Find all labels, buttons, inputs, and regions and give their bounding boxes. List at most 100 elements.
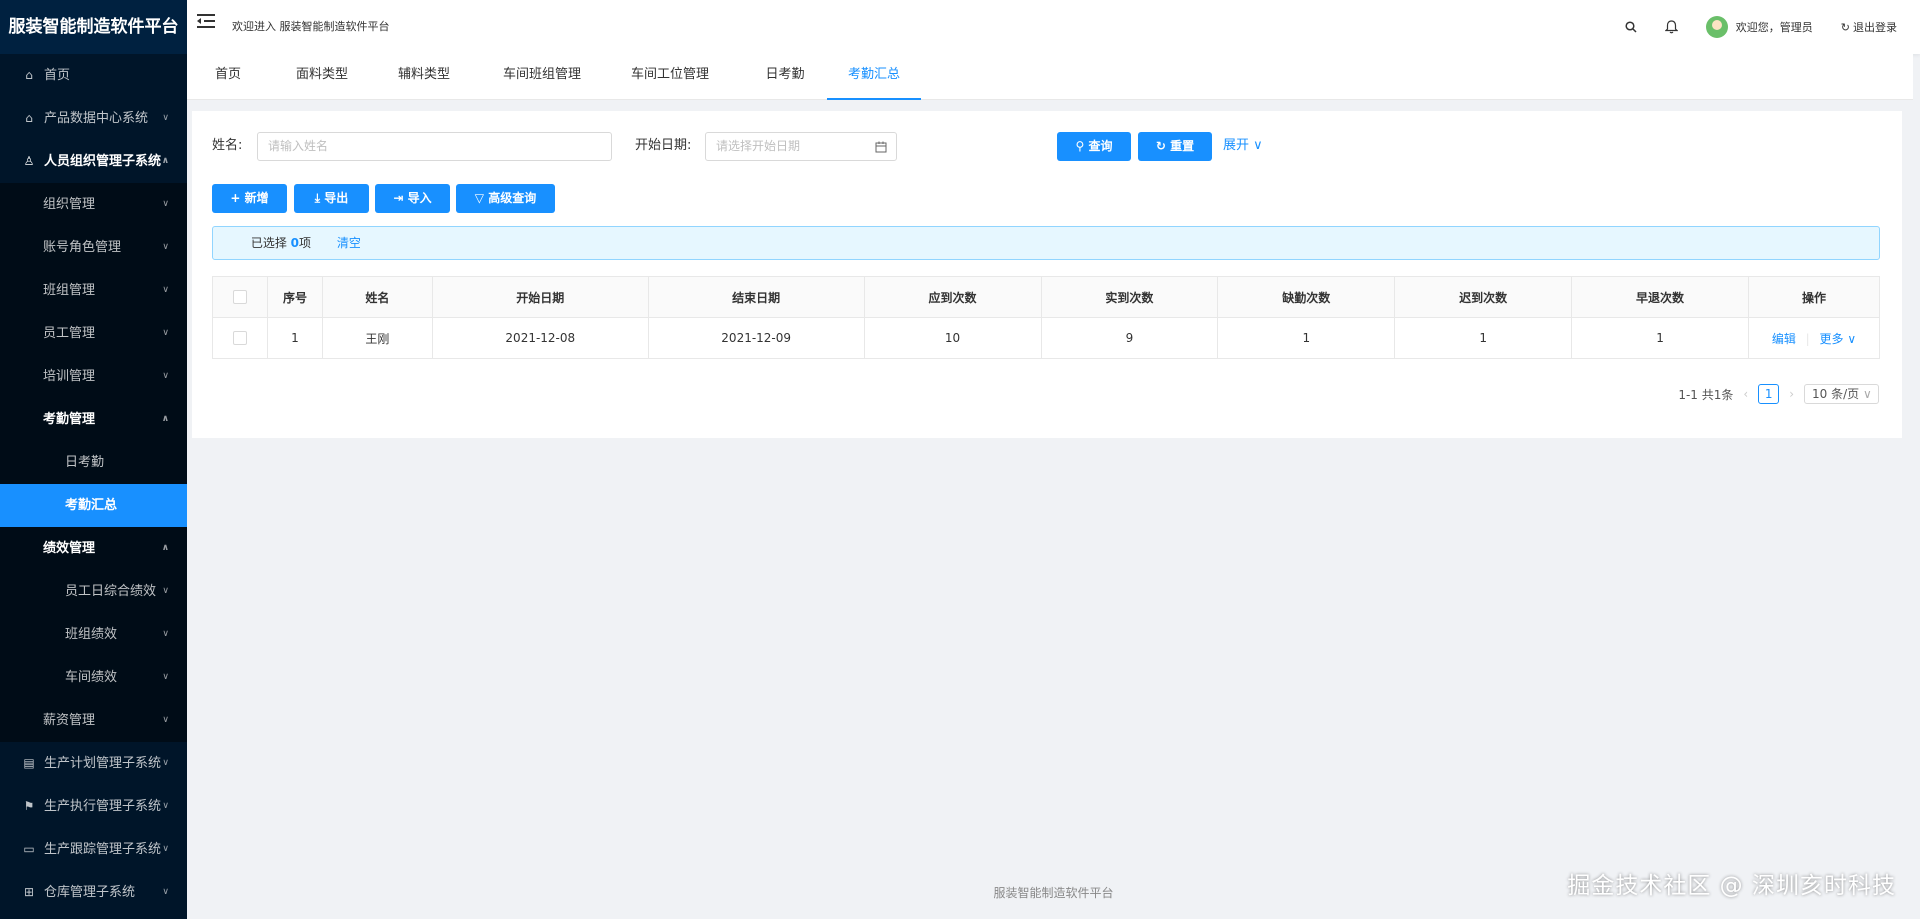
start-date-label: 开始日期: <box>635 138 692 153</box>
chevron-down-icon: ∨ <box>162 242 169 252</box>
cell-end-date: 2021-12-09 <box>647 317 865 359</box>
sidebar-item-team-performance[interactable]: 班组绩效 ∨ <box>0 613 187 656</box>
sidebar-item-team[interactable]: 班组管理 ∨ <box>0 269 187 312</box>
chevron-up-icon: ∧ <box>161 156 169 166</box>
sidebar-item-attendance[interactable]: 考勤管理 ∧ <box>0 398 187 441</box>
sidebar-item-employee[interactable]: 员工管理 ∨ <box>0 312 187 355</box>
download-icon: ⤓ <box>314 191 321 205</box>
sidebar-item-attendance-summary[interactable]: 考勤汇总 <box>0 484 187 527</box>
expand-link[interactable]: 展开 ∨ <box>1223 131 1263 161</box>
edit-link[interactable]: 编辑 <box>1772 332 1796 346</box>
reset-button[interactable]: ↻ 重置 <box>1138 132 1212 161</box>
chevron-down-icon: ∨ <box>162 285 169 295</box>
export-button[interactable]: ⤓ 导出 <box>294 184 369 213</box>
bell-icon[interactable] <box>1664 20 1678 34</box>
sidebar-item-performance[interactable]: 绩效管理 ∧ <box>0 527 187 570</box>
selection-count: 0 <box>290 236 300 250</box>
sidebar-item-home[interactable]: ⌂ 首页 <box>0 54 187 97</box>
column-header: 迟到次数 <box>1394 276 1573 318</box>
chevron-down-icon: ∨ <box>162 328 169 338</box>
logout-label: 退出登录 <box>1853 21 1897 34</box>
chevron-down-icon: ∨ <box>1253 138 1263 153</box>
chevron-down-icon: ∨ <box>1847 331 1857 346</box>
start-date-picker[interactable]: 请选择开始日期 <box>705 132 897 161</box>
sidebar-item-employee-daily-performance[interactable]: 员工日综合绩效 ∨ <box>0 570 187 613</box>
name-label: 姓名: <box>212 138 243 153</box>
sidebar-item-production-track[interactable]: ▭ 生产跟踪管理子系统 ∨ <box>0 828 187 871</box>
pagination-total: 1-1 共1条 <box>1678 387 1734 402</box>
next-page-icon[interactable]: › <box>1789 387 1794 401</box>
user-icon: ♙ <box>23 154 35 168</box>
sidebar-item-daily-attendance[interactable]: 日考勤 <box>0 441 187 484</box>
prev-page-icon[interactable]: ‹ <box>1743 387 1748 401</box>
cell-absent: 1 <box>1217 317 1396 359</box>
column-header: 缺勤次数 <box>1217 276 1396 318</box>
cell-name: 王刚 <box>321 317 433 359</box>
cell-actions: 编辑 | 更多 ∨ <box>1748 317 1880 359</box>
column-header: 开始日期 <box>431 276 649 318</box>
page-1-button[interactable]: 1 <box>1758 384 1780 404</box>
sidebar-item-personnel[interactable]: ♙ 人员组织管理子系统 ∧ <box>0 140 187 183</box>
advanced-query-button[interactable]: ▽ 高级查询 <box>456 184 555 213</box>
chevron-down-icon: ∨ <box>162 758 169 768</box>
table-header-row: 序号 姓名 开始日期 结束日期 应到次数 实到次数 缺勤次数 迟到次数 早退次数… <box>212 276 1880 318</box>
top-header: 欢迎进入 服装智能制造软件平台 欢迎您，管理员 ↻ 退出登录 <box>187 0 1920 54</box>
add-button[interactable]: + 新增 <box>212 184 287 213</box>
select-all-cell <box>212 276 268 318</box>
name-input[interactable]: 请输入姓名 <box>257 132 612 161</box>
chevron-down-icon: ∨ <box>162 199 169 209</box>
search-icon[interactable] <box>1625 21 1637 33</box>
select-all-checkbox[interactable] <box>232 290 247 305</box>
sidebar-item-warehouse[interactable]: ⊞ 仓库管理子系统 ∨ <box>0 871 187 914</box>
monitor-icon: ▭ <box>23 842 35 856</box>
menu-fold-icon[interactable] <box>197 13 215 34</box>
sidebar-item-workshop-performance[interactable]: 车间绩效 ∨ <box>0 656 187 699</box>
selection-prefix: 已选择 <box>250 236 287 250</box>
user-menu[interactable]: 欢迎您，管理员 <box>1705 16 1813 38</box>
page-size-select[interactable]: 10 条/页 ∨ <box>1804 384 1879 404</box>
sidebar-item-account-role[interactable]: 账号角色管理 ∨ <box>0 226 187 269</box>
reload-icon: ↻ <box>1155 139 1166 153</box>
welcome-text: 欢迎进入 服装智能制造软件平台 <box>232 20 390 33</box>
sidebar-item-salary[interactable]: 薪资管理 ∨ <box>0 699 187 742</box>
avatar <box>1705 16 1728 38</box>
sidebar-item-training[interactable]: 培训管理 ∨ <box>0 355 187 398</box>
sidebar-item-org[interactable]: 组织管理 ∨ <box>0 183 187 226</box>
schedule-icon: ▤ <box>23 756 35 770</box>
import-button[interactable]: ⇥ 导入 <box>375 184 450 213</box>
tab-fabric-type[interactable]: 面料类型 <box>295 54 349 100</box>
cell-expected: 10 <box>863 317 1042 359</box>
chevron-down-icon: ∨ <box>162 371 169 381</box>
row-checkbox[interactable] <box>232 331 247 346</box>
page-tabs: 首页 面料类型 辅料类型 车间班组管理 车间工位管理 日考勤 考勤汇总 <box>187 54 1913 100</box>
chevron-down-icon: ∨ <box>1862 387 1872 401</box>
tab-accessory-type[interactable]: 辅料类型 <box>397 54 451 100</box>
tab-daily-attendance[interactable]: 日考勤 <box>758 54 812 100</box>
more-dropdown[interactable]: 更多 ∨ <box>1820 332 1857 346</box>
chevron-down-icon: ∨ <box>162 801 169 811</box>
tab-workshop-team[interactable]: 车间班组管理 <box>500 54 584 100</box>
cell-late: 1 <box>1394 317 1573 359</box>
home-icon: ⌂ <box>25 68 33 82</box>
content-card: 姓名: 请输入姓名 开始日期: 请选择开始日期 ⚲ 查询 ↻ 重置 展开 ∨ +… <box>192 111 1902 438</box>
table-row: 1 王刚 2021-12-08 2021-12-09 10 9 1 1 1 编辑… <box>212 317 1880 359</box>
sidebar-item-production-plan[interactable]: ▤ 生产计划管理子系统 ∨ <box>0 742 187 785</box>
cell-index: 1 <box>266 317 323 359</box>
calendar-icon <box>875 133 887 160</box>
column-header: 结束日期 <box>647 276 865 318</box>
query-button[interactable]: ⚲ 查询 <box>1057 132 1131 161</box>
tab-workshop-station[interactable]: 车间工位管理 <box>628 54 712 100</box>
chevron-down-icon: ∨ <box>162 586 169 596</box>
sidebar-item-product-data[interactable]: ⌂ 产品数据中心系统 ∨ <box>0 97 187 140</box>
column-header: 实到次数 <box>1040 276 1219 318</box>
clear-selection-link[interactable]: 清空 <box>337 236 361 250</box>
appstore-icon: ⊞ <box>23 885 35 899</box>
column-header: 序号 <box>266 276 323 318</box>
column-header: 应到次数 <box>863 276 1042 318</box>
column-header: 操作 <box>1748 276 1880 318</box>
tab-home[interactable]: 首页 <box>208 54 248 100</box>
sidebar: 服装智能制造软件平台 ⌂ 首页 ⌂ 产品数据中心系统 ∨ ♙ 人员组织管理子系统 ∧ 组织… <box>0 0 187 919</box>
tab-attendance-summary[interactable]: 考勤汇总 <box>827 54 921 100</box>
sidebar-item-production-exec[interactable]: ⚑ 生产执行管理子系统 ∨ <box>0 785 187 828</box>
logout-button[interactable]: ↻ 退出登录 <box>1841 19 1897 35</box>
